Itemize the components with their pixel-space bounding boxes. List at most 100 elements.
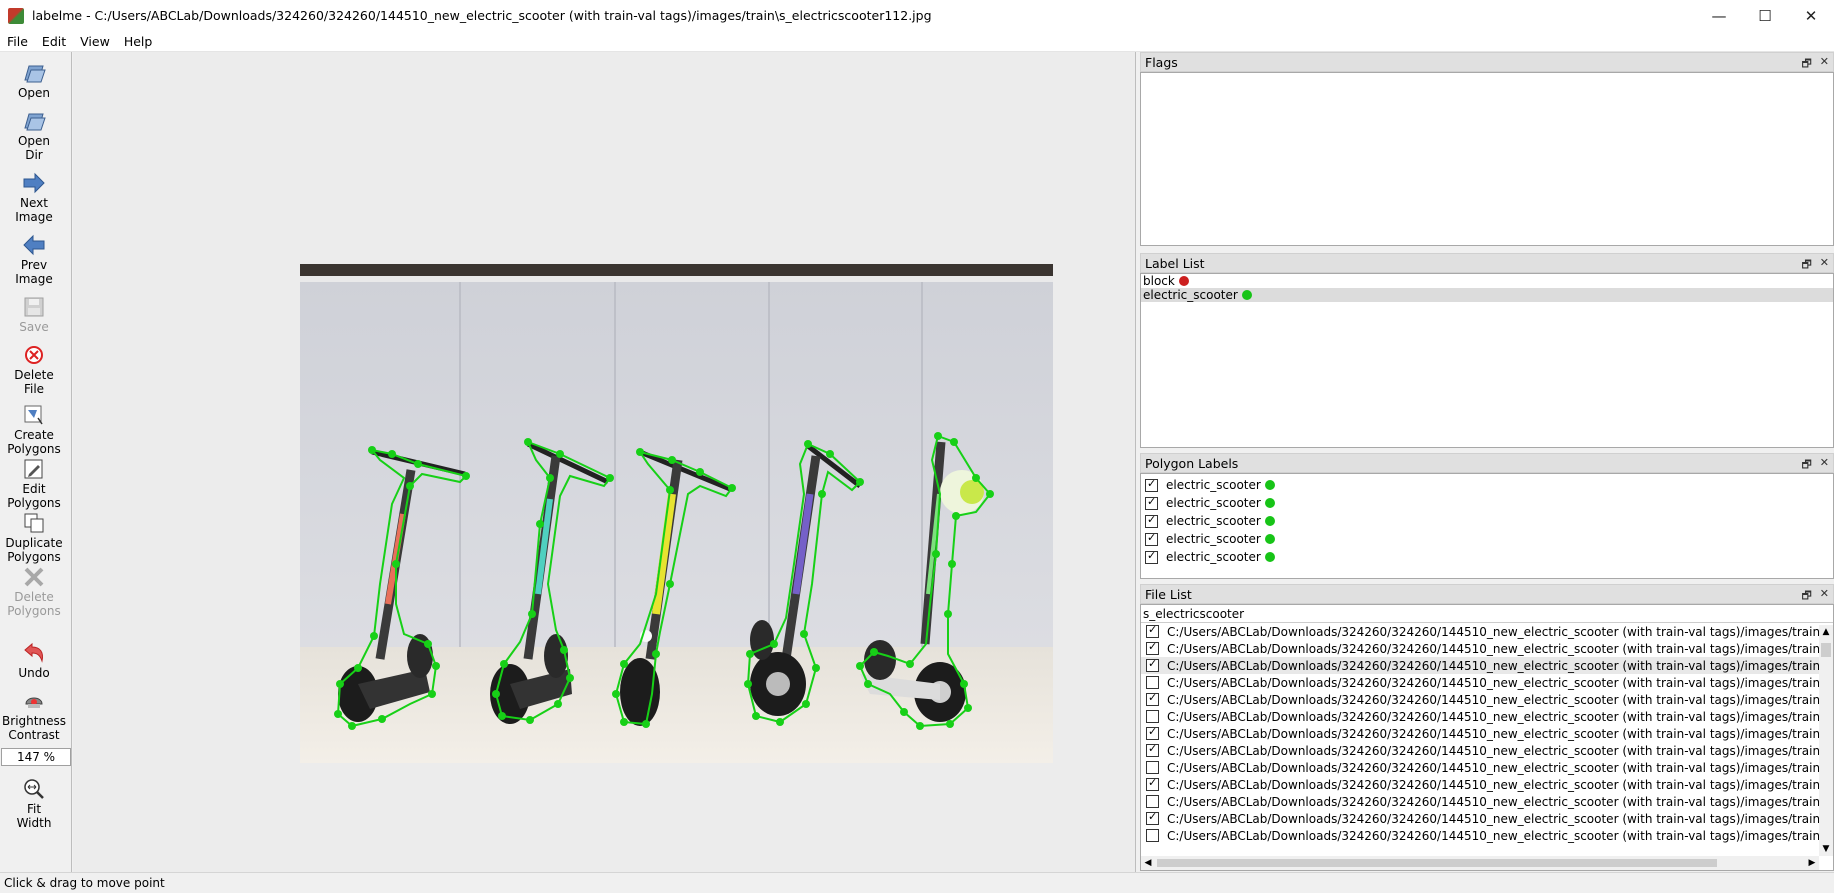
polygon-label-row[interactable]: electric_scooter	[1141, 494, 1833, 512]
file-list-vscroll[interactable]: ▲ ▼	[1819, 625, 1833, 856]
create-polygons-button[interactable]: Create Polygons	[0, 404, 68, 456]
contrast-label: Contrast	[8, 728, 60, 742]
arrow-right-icon	[23, 172, 45, 194]
file-checkbox[interactable]	[1146, 710, 1159, 723]
delete-polygons-button[interactable]: Delete Polygons	[0, 566, 68, 618]
file-path: C:/Users/ABCLab/Downloads/324260/324260/…	[1167, 641, 1833, 656]
duplicate-polygons-button[interactable]: Duplicate Polygons	[0, 512, 68, 564]
duplicate-polygons-label-1: Duplicate	[5, 536, 63, 550]
file-path: C:/Users/ABCLab/Downloads/324260/324260/…	[1167, 743, 1833, 758]
file-list-item[interactable]: C:/Users/ABCLab/Downloads/324260/324260/…	[1141, 810, 1833, 827]
tool-bar: Open Open Dir Next Image Prev Image Save…	[0, 52, 72, 872]
open-button[interactable]: Open	[0, 62, 68, 100]
label-color-dot	[1264, 516, 1275, 526]
close-button[interactable]: ✕	[1788, 0, 1834, 31]
scroll-left-icon[interactable]: ◀	[1141, 856, 1155, 870]
polygon-labels-list[interactable]: electric_scooter electric_scooter electric…	[1140, 473, 1834, 579]
file-list-item[interactable]: C:/Users/ABCLab/Downloads/324260/324260/…	[1141, 742, 1833, 759]
file-list-dock: File List 🗗✕ C:/Users/ABCLab/Downloads/3…	[1140, 584, 1834, 872]
polygon-label-row[interactable]: electric_scooter	[1141, 512, 1833, 530]
file-list-item[interactable]: C:/Users/ABCLab/Downloads/324260/324260/…	[1141, 776, 1833, 793]
file-list-item[interactable]: C:/Users/ABCLab/Downloads/324260/324260/…	[1141, 640, 1833, 657]
polygon-labels-dock: Polygon Labels 🗗✕ electric_scooterelectr…	[1140, 453, 1834, 580]
menu-help[interactable]: Help	[117, 34, 160, 49]
file-checkbox[interactable]	[1146, 742, 1159, 757]
visibility-checkbox[interactable]	[1145, 477, 1158, 492]
list-item[interactable]: block	[1141, 274, 1833, 288]
file-search-input[interactable]	[1141, 605, 1833, 623]
file-checkbox[interactable]	[1146, 657, 1159, 672]
file-list-hscroll[interactable]: ◀ ▶	[1141, 856, 1819, 870]
minimize-button[interactable]: —	[1696, 0, 1742, 31]
visibility-checkbox[interactable]	[1145, 513, 1158, 528]
open-dir-label-1: Open	[17, 134, 51, 148]
polygon-label-row[interactable]: electric_scooter	[1141, 530, 1833, 548]
file-checkbox[interactable]	[1146, 761, 1159, 774]
open-dir-icon	[24, 113, 46, 131]
file-checkbox[interactable]	[1146, 725, 1159, 740]
visibility-checkbox[interactable]	[1145, 495, 1158, 510]
next-image-button[interactable]: Next Image	[0, 172, 68, 224]
undo-label: Undo	[18, 666, 50, 680]
label-list[interactable]: block electric_scooter	[1140, 273, 1834, 448]
visibility-checkbox[interactable]	[1145, 549, 1158, 564]
file-checkbox[interactable]	[1146, 810, 1159, 825]
brightness-contrast-button[interactable]: Brightness Contrast	[0, 690, 68, 742]
file-path: C:/Users/ABCLab/Downloads/324260/324260/…	[1167, 794, 1833, 809]
file-list-item[interactable]: C:/Users/ABCLab/Downloads/324260/324260/…	[1141, 793, 1833, 810]
scroll-right-icon[interactable]: ▶	[1805, 856, 1819, 870]
polygon-label-text: electric_scooter	[1166, 514, 1261, 528]
save-button[interactable]: Save	[0, 296, 68, 334]
flags-list[interactable]	[1140, 72, 1834, 246]
file-list-item[interactable]: C:/Users/ABCLab/Downloads/324260/324260/…	[1141, 725, 1833, 742]
delete-file-button[interactable]: Delete File	[0, 344, 68, 396]
label-list-dock: Label List 🗗 ✕ block electric_scooter	[1140, 253, 1834, 449]
menu-file[interactable]: File	[0, 34, 35, 49]
prev-image-label-2: Image	[15, 272, 53, 286]
zoom-level-input[interactable]: 147 %	[1, 748, 71, 766]
maximize-button[interactable]: ☐	[1742, 0, 1788, 31]
edit-polygons-button[interactable]: Edit Polygons	[0, 458, 68, 510]
label-color-dot	[1264, 498, 1275, 508]
file-checkbox[interactable]	[1146, 776, 1159, 791]
open-dir-button[interactable]: Open Dir	[0, 110, 68, 162]
file-list-item[interactable]: C:/Users/ABCLab/Downloads/324260/324260/…	[1141, 708, 1833, 725]
image-canvas[interactable]	[73, 52, 1136, 872]
scroll-up-icon[interactable]: ▲	[1819, 625, 1833, 639]
undo-button[interactable]: Undo	[0, 642, 68, 680]
edit-polygons-label-1: Edit	[22, 482, 46, 496]
scroll-down-icon[interactable]: ▼	[1819, 842, 1833, 856]
file-list-item[interactable]: C:/Users/ABCLab/Downloads/324260/324260/…	[1141, 657, 1833, 674]
file-path: C:/Users/ABCLab/Downloads/324260/324260/…	[1167, 760, 1833, 775]
file-path: C:/Users/ABCLab/Downloads/324260/324260/…	[1167, 811, 1833, 826]
scroll-thumb[interactable]	[1157, 859, 1717, 867]
scooter-photo	[300, 264, 1053, 763]
polygon-label-row[interactable]: electric_scooter	[1141, 476, 1833, 494]
menu-view[interactable]: View	[73, 34, 117, 49]
file-checkbox[interactable]	[1146, 623, 1159, 638]
open-icon	[24, 65, 46, 83]
file-checkbox[interactable]	[1146, 691, 1159, 706]
file-list-item[interactable]: C:/Users/ABCLab/Downloads/324260/324260/…	[1141, 674, 1833, 691]
file-list-item[interactable]: C:/Users/ABCLab/Downloads/324260/324260/…	[1141, 759, 1833, 776]
duplicate-polygons-label-2: Polygons	[7, 550, 61, 564]
file-list-item[interactable]: C:/Users/ABCLab/Downloads/324260/324260/…	[1141, 623, 1833, 640]
scroll-thumb[interactable]	[1821, 643, 1831, 657]
label-color-dot	[1178, 276, 1189, 286]
file-checkbox[interactable]	[1146, 640, 1159, 655]
file-checkbox[interactable]	[1146, 829, 1159, 842]
file-list[interactable]: C:/Users/ABCLab/Downloads/324260/324260/…	[1141, 623, 1833, 844]
label-list-title: Label List	[1145, 255, 1205, 271]
file-checkbox[interactable]	[1146, 676, 1159, 689]
list-item[interactable]: electric_scooter	[1141, 288, 1833, 302]
menu-edit[interactable]: Edit	[35, 34, 73, 49]
visibility-checkbox[interactable]	[1145, 531, 1158, 546]
polygon-label-row[interactable]: electric_scooter	[1141, 548, 1833, 566]
file-list-item[interactable]: C:/Users/ABCLab/Downloads/324260/324260/…	[1141, 691, 1833, 708]
prev-image-button[interactable]: Prev Image	[0, 234, 68, 286]
file-list-dock-title: File List 🗗 ✕	[1140, 584, 1834, 604]
fit-width-button[interactable]: Fit Width	[0, 778, 68, 830]
file-checkbox[interactable]	[1146, 795, 1159, 808]
file-list-item[interactable]: C:/Users/ABCLab/Downloads/324260/324260/…	[1141, 827, 1833, 844]
annotated-image[interactable]	[300, 264, 1053, 763]
